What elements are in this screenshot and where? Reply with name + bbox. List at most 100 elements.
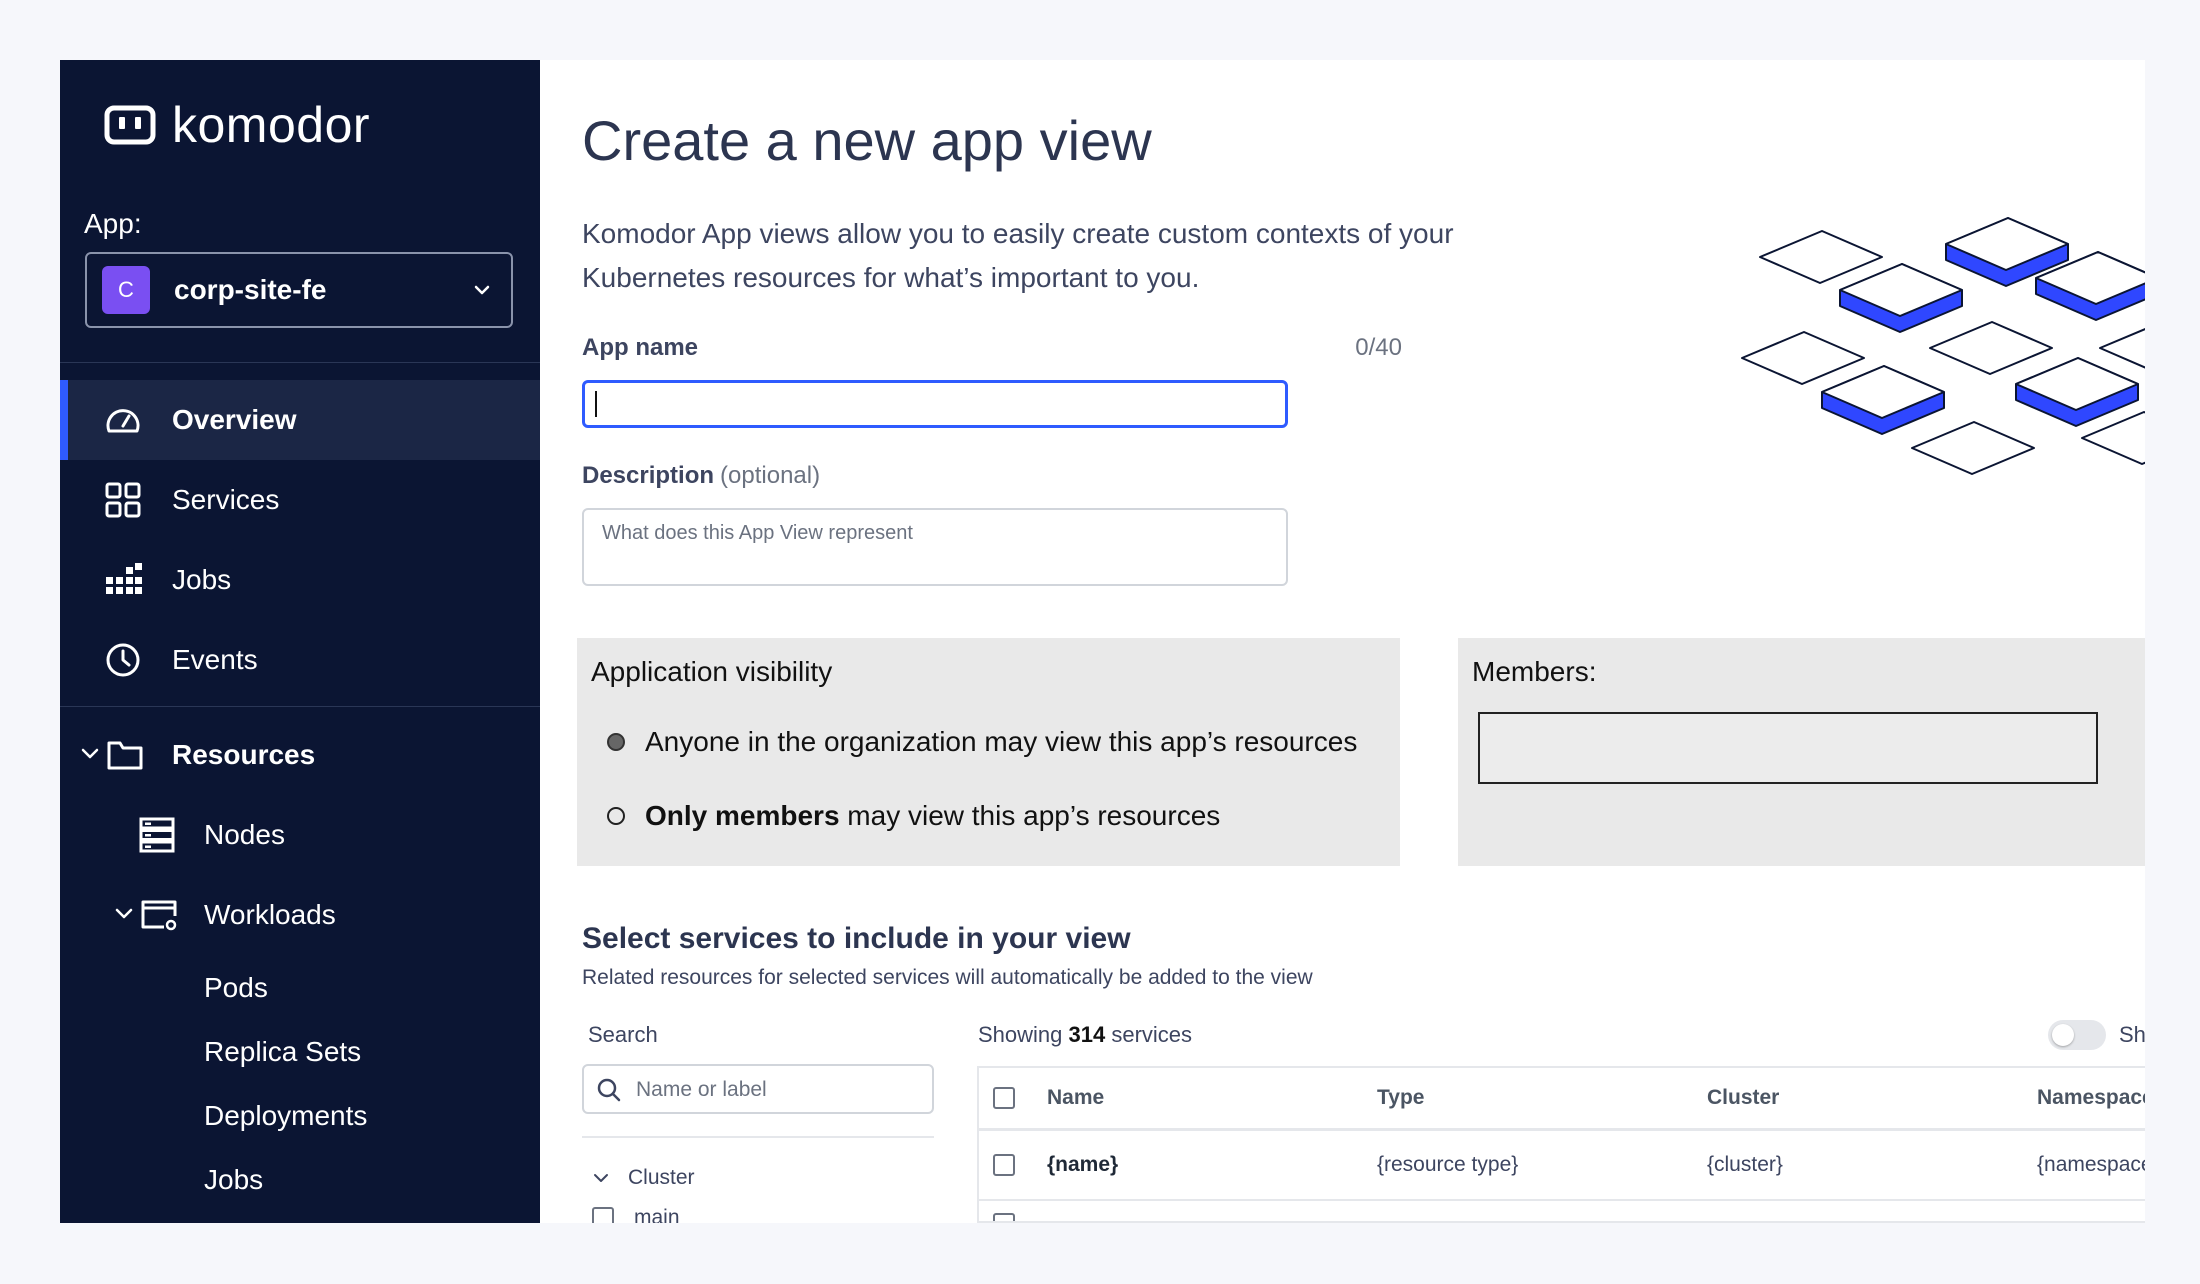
results-count: Showing 314 services [978,1022,1192,1048]
app-name-label: App name [582,334,699,361]
komodor-logo-icon [104,105,156,145]
sidebar-item-pods[interactable]: Pods [204,972,268,1004]
row-select-cell [993,1131,1015,1199]
showing-suffix: services [1111,1022,1193,1047]
filter-option-label: main [634,1206,680,1223]
description-label: Description (optional) [582,462,820,490]
visibility-option-members[interactable]: Only members may view this app’s resourc… [607,800,1220,832]
column-header-namespace[interactable]: Namespace [2037,1068,2145,1128]
isometric-tiles-illustration [1741,217,2145,475]
sidebar-item-replica-sets[interactable]: Replica Sets [204,1036,361,1068]
toggle-label: Sh [2119,1022,2145,1047]
select-all-checkbox[interactable] [993,1087,1015,1109]
sidebar-item-deployments[interactable]: Deployments [204,1100,367,1132]
chevron-down-icon [594,1174,608,1182]
sidebar-item-label: Resources [172,739,316,770]
chevron-down-icon [81,748,99,759]
workload-window-icon [141,900,177,931]
members-panel: Members: [1458,638,2145,866]
filter-divider [582,1136,934,1138]
cell-namespace: {namespace [2037,1153,2145,1176]
visibility-title: Application visibility [591,656,833,687]
sidebar-item-services[interactable]: Services [60,460,540,540]
members-rest: may view this app’s resources [839,800,1221,831]
gauge-icon [106,409,140,433]
sidebar: komodor App: C corp-site-fe Overview Ser… [60,60,540,1223]
radio-unselected[interactable] [607,807,625,825]
sidebar-item-label: Workloads [204,899,336,930]
jobs-dots-icon [106,563,142,594]
visibility-panel: Application visibility Anyone in the org… [577,638,1400,866]
radio-selected[interactable] [607,733,625,751]
column-header-type[interactable]: Type [1377,1068,1424,1128]
sidebar-divider [60,362,540,363]
sidebar-item-events[interactable]: Events [60,620,540,700]
table-row[interactable]: {name} {resource type} {cluster} {namesp… [979,1131,2145,1201]
chevron-down-icon [115,908,133,919]
filter-group-cluster[interactable]: Cluster [592,1166,695,1190]
section-title: Select services to include in your view [582,922,1131,955]
sidebar-item-label: Nodes [204,819,285,850]
app-label: App: [84,208,142,239]
next-row-select-cell [993,1213,1015,1221]
showing-count: 314 [1068,1022,1106,1047]
members-title: Members: [1472,656,1597,687]
members-emphasis: Only members [645,800,840,831]
sidebar-item-label: Events [172,644,258,675]
search-label: Search [588,1022,658,1047]
description-label-text: Description [582,462,715,489]
sidebar-item-resources[interactable]: Resources [60,715,540,795]
sidebar-item-label: Services [172,484,280,515]
logo-text: komodor [172,97,371,153]
folder-icon [107,741,143,770]
page-title: Create a new app view [582,109,1152,172]
show-toggle[interactable] [2048,1020,2106,1050]
sidebar-item-nodes[interactable]: Nodes [60,795,540,875]
filter-group-label: Cluster [628,1166,695,1189]
table-header: Name Type Cluster Namespace [979,1068,2145,1131]
row-checkbox[interactable] [993,1213,1015,1221]
app-selector[interactable]: C corp-site-fe [85,252,513,328]
chevron-down-icon [474,285,490,295]
sidebar-divider [60,706,540,707]
column-header-cluster[interactable]: Cluster [1707,1068,1779,1128]
description-input[interactable] [582,508,1288,586]
app-name: corp-site-fe [174,274,327,305]
filter-option-main[interactable]: main [592,1206,680,1223]
app-window: komodor App: C corp-site-fe Overview Ser… [60,60,2145,1223]
cell-type: {resource type} [1377,1153,1519,1176]
showing-prefix: Showing [978,1022,1063,1047]
visibility-option-members-label: Only members may view this app’s resourc… [645,800,1220,832]
char-counter: 0/40 [1355,334,1402,361]
search-icon [597,1078,621,1102]
visibility-option-anyone-label: Anyone in the organization may view this… [645,726,1358,757]
app-badge: C [102,266,150,314]
visibility-option-anyone[interactable]: Anyone in the organization may view this… [607,726,1357,758]
sidebar-item-label: Overview [172,404,297,435]
clock-icon [106,643,140,677]
sidebar-item-overview[interactable]: Overview [60,380,540,460]
services-table: Name Type Cluster Namespace {name} {reso… [977,1066,2145,1223]
cell-cluster: {cluster} [1707,1153,1783,1176]
grid-icon [105,482,141,518]
search-box [582,1064,934,1114]
cell-name: {name} [1047,1153,1119,1176]
komodor-logo[interactable]: komodor [104,96,370,154]
select-all-cell [993,1068,1015,1128]
intro-text: Komodor App views allow you to easily cr… [582,218,1454,293]
sidebar-item-workloads[interactable]: Workloads [60,875,540,955]
server-icon [139,817,175,853]
sidebar-item-label: Jobs [172,564,232,595]
column-header-name[interactable]: Name [1047,1068,1104,1128]
section-subtitle: Related resources for selected services … [582,966,1313,989]
text-cursor [595,391,597,417]
sidebar-item-jobs[interactable]: Jobs [60,540,540,620]
members-input[interactable] [1478,712,2098,784]
app-name-input[interactable] [582,380,1288,428]
search-input[interactable] [634,1074,928,1106]
row-checkbox[interactable] [993,1154,1015,1176]
main-content: Create a new app view Komodor App views … [540,60,2145,1223]
optional-hint: (optional) [720,462,821,489]
filter-checkbox[interactable] [592,1207,614,1223]
sidebar-item-jobs-sub[interactable]: Jobs [204,1164,263,1196]
